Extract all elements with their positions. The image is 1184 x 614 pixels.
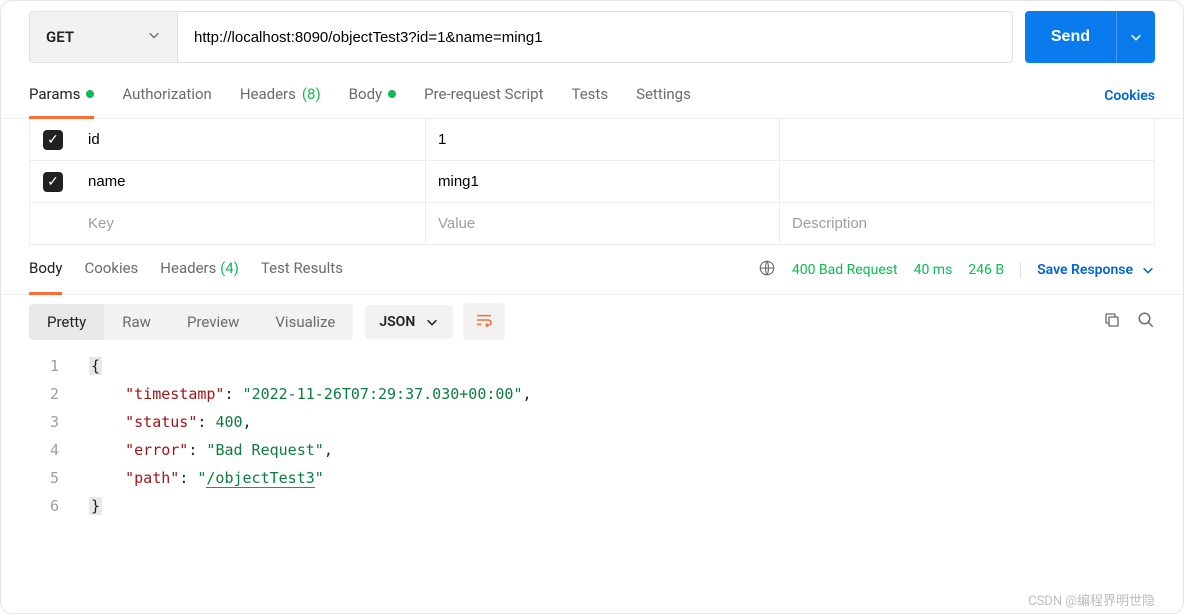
tab-prerequest[interactable]: Pre-request Script — [424, 73, 543, 119]
response-tab-cookies[interactable]: Cookies — [84, 245, 138, 295]
param-key-input[interactable] — [88, 173, 413, 190]
chevron-down-icon — [1141, 263, 1155, 277]
table-row: ✓ — [30, 119, 1154, 161]
param-checkbox[interactable]: ✓ — [43, 172, 63, 192]
status-code: 400 Bad Request — [792, 262, 898, 278]
cookies-link[interactable]: Cookies — [1104, 88, 1155, 104]
body-dot-icon — [388, 90, 396, 98]
view-tab-visualize[interactable]: Visualize — [257, 304, 353, 340]
globe-icon[interactable] — [758, 259, 776, 281]
param-key-input[interactable] — [88, 131, 413, 148]
chevron-down-icon — [147, 28, 161, 46]
tab-authorization[interactable]: Authorization — [122, 73, 211, 119]
view-tab-preview[interactable]: Preview — [169, 304, 257, 340]
send-button[interactable]: Send — [1025, 11, 1116, 63]
status-time: 40 ms — [914, 262, 953, 278]
http-method-select[interactable]: GET — [29, 11, 177, 63]
tab-params[interactable]: Params — [29, 73, 94, 119]
response-tab-testresults[interactable]: Test Results — [261, 245, 343, 295]
resp-path: "/objectTest3" — [197, 469, 323, 488]
resp-timestamp: "2022-11-26T07:29:37.030+00:00" — [243, 385, 523, 403]
response-tab-body[interactable]: Body — [29, 245, 62, 295]
response-body: 1{ 2 "timestamp": "2022-11-26T07:29:37.0… — [1, 348, 1183, 524]
param-key-input[interactable] — [88, 215, 413, 232]
format-select[interactable]: JSON — [365, 305, 453, 339]
view-tab-pretty[interactable]: Pretty — [29, 304, 104, 340]
response-tab-headers[interactable]: Headers (4) — [160, 245, 239, 295]
wrap-line-button[interactable] — [463, 303, 505, 340]
chevron-down-icon — [425, 315, 439, 329]
http-method-label: GET — [46, 28, 74, 46]
resp-status: 400 — [215, 413, 242, 431]
url-input[interactable] — [177, 11, 1013, 63]
tab-tests[interactable]: Tests — [571, 73, 608, 119]
search-icon[interactable] — [1137, 311, 1155, 333]
params-dot-icon — [86, 90, 94, 98]
chevron-down-icon — [1129, 30, 1143, 44]
param-value-input[interactable] — [438, 131, 767, 148]
send-dropdown-button[interactable] — [1116, 11, 1155, 63]
watermark: CSDN @编程界明世隐 — [1028, 590, 1155, 609]
param-value-input[interactable] — [438, 215, 767, 232]
param-desc-input[interactable] — [792, 215, 1142, 232]
tab-settings[interactable]: Settings — [636, 73, 691, 119]
tab-body[interactable]: Body — [349, 73, 396, 119]
tab-headers[interactable]: Headers (8) — [240, 73, 321, 119]
copy-icon[interactable] — [1103, 311, 1121, 333]
param-value-input[interactable] — [438, 173, 767, 190]
table-row — [30, 203, 1154, 245]
save-response-button[interactable]: Save Response — [1020, 262, 1155, 278]
status-size: 246 B — [968, 262, 1004, 278]
resp-error: "Bad Request" — [206, 441, 323, 459]
view-tab-raw[interactable]: Raw — [104, 304, 169, 340]
table-row: ✓ — [30, 161, 1154, 203]
param-checkbox[interactable]: ✓ — [43, 130, 63, 150]
